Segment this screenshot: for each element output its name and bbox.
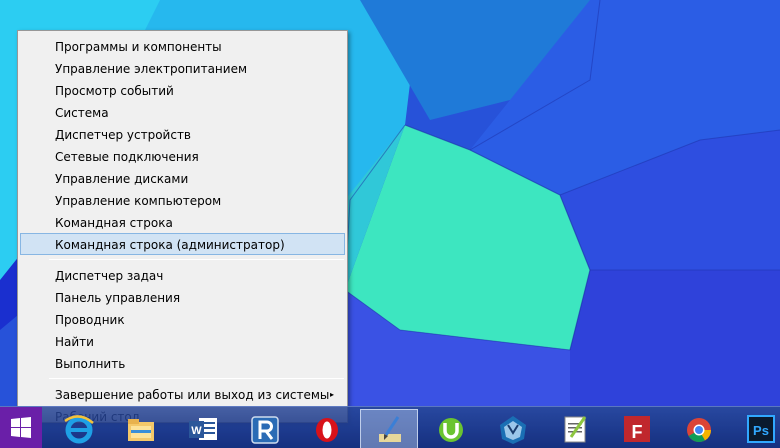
menu-item[interactable]: Диспетчер задач	[20, 264, 345, 286]
menu-item[interactable]: Проводник	[20, 308, 345, 330]
menu-item-label: Завершение работы или выход из системы	[55, 388, 330, 402]
opera-icon	[316, 418, 338, 442]
filezilla-icon: F	[624, 416, 650, 442]
submenu-arrow-icon: ▸	[329, 390, 334, 399]
menu-item-label: Управление электропитанием	[55, 62, 247, 76]
menu-item-label: Управление дисками	[55, 172, 189, 186]
menu-item-label: Командная строка (администратор)	[55, 238, 285, 252]
menu-item-label: Найти	[55, 335, 94, 349]
taskbar-button-r-studio[interactable]	[236, 409, 294, 448]
start-button[interactable]	[0, 407, 42, 448]
menu-item-label: Система	[55, 106, 109, 120]
chrome-icon	[687, 418, 711, 443]
winx-context-menu: Программы и компоненты Управление электро…	[17, 30, 348, 424]
menu-item-label: Выполнить	[55, 357, 126, 371]
taskbar-button-paint[interactable]	[360, 409, 418, 448]
menu-item[interactable]: Просмотр событий	[20, 79, 345, 101]
menu-item-label: Проводник	[55, 313, 125, 327]
svg-text:W: W	[191, 425, 202, 437]
menu-item[interactable]: Диспетчер устройств	[20, 123, 345, 145]
menu-item-label: Просмотр событий	[55, 84, 174, 98]
menu-item[interactable]: Панель управления	[20, 286, 345, 308]
taskbar-button-virtualbox[interactable]	[484, 409, 542, 448]
folder-icon	[128, 419, 154, 441]
menu-item-label: Управление компьютером	[55, 194, 222, 208]
taskbar: W F Ps	[0, 406, 780, 448]
taskbar-button-opera[interactable]	[298, 409, 356, 448]
svg-text:F: F	[632, 422, 643, 442]
menu-item[interactable]: Управление дисками	[20, 167, 345, 189]
windows-logo-icon	[11, 417, 31, 438]
taskbar-button-chrome[interactable]	[670, 409, 728, 448]
menu-separator	[49, 259, 344, 260]
notepad-plus-plus-icon	[564, 416, 587, 443]
word-icon: W	[189, 418, 217, 440]
menu-item-label: Диспетчер задач	[55, 269, 164, 283]
photoshop-icon: Ps	[747, 415, 775, 443]
utorrent-icon	[439, 418, 463, 442]
menu-item[interactable]: Завершение работы или выход из системы ▸	[20, 383, 345, 405]
taskbar-button-file-explorer[interactable]	[112, 409, 170, 448]
internet-explorer-icon	[64, 415, 94, 444]
virtualbox-icon	[500, 416, 526, 444]
menu-item[interactable]: Управление электропитанием	[20, 57, 345, 79]
menu-item[interactable]: Выполнить	[20, 352, 345, 374]
taskbar-button-word[interactable]: W	[174, 409, 232, 448]
menu-item[interactable]: Сетевые подключения	[20, 145, 345, 167]
menu-item-label: Программы и компоненты	[55, 40, 222, 54]
r-icon	[251, 416, 279, 444]
menu-item-label: Диспетчер устройств	[55, 128, 192, 142]
taskbar-button-utorrent[interactable]	[422, 409, 480, 448]
menu-item-label: Сетевые подключения	[55, 150, 199, 164]
menu-item[interactable]: Командная строка	[20, 211, 345, 233]
svg-text:Ps: Ps	[753, 423, 769, 438]
menu-item[interactable]: Найти	[20, 330, 345, 352]
taskbar-button-notepad-plus-plus[interactable]	[546, 409, 604, 448]
menu-item[interactable]: Управление компьютером	[20, 189, 345, 211]
taskbar-button-photoshop[interactable]: Ps	[732, 409, 780, 448]
menu-item-label: Командная строка	[55, 216, 173, 230]
taskbar-button-internet-explorer[interactable]	[50, 409, 108, 448]
menu-item-label: Панель управления	[55, 291, 181, 305]
menu-item[interactable]: Система	[20, 101, 345, 123]
paint-brush-icon	[379, 416, 401, 442]
menu-item[interactable]: Командная строка (администратор)	[20, 233, 345, 255]
taskbar-button-filezilla[interactable]: F	[608, 409, 666, 448]
menu-item[interactable]: Программы и компоненты	[20, 35, 345, 57]
menu-separator	[49, 378, 344, 379]
